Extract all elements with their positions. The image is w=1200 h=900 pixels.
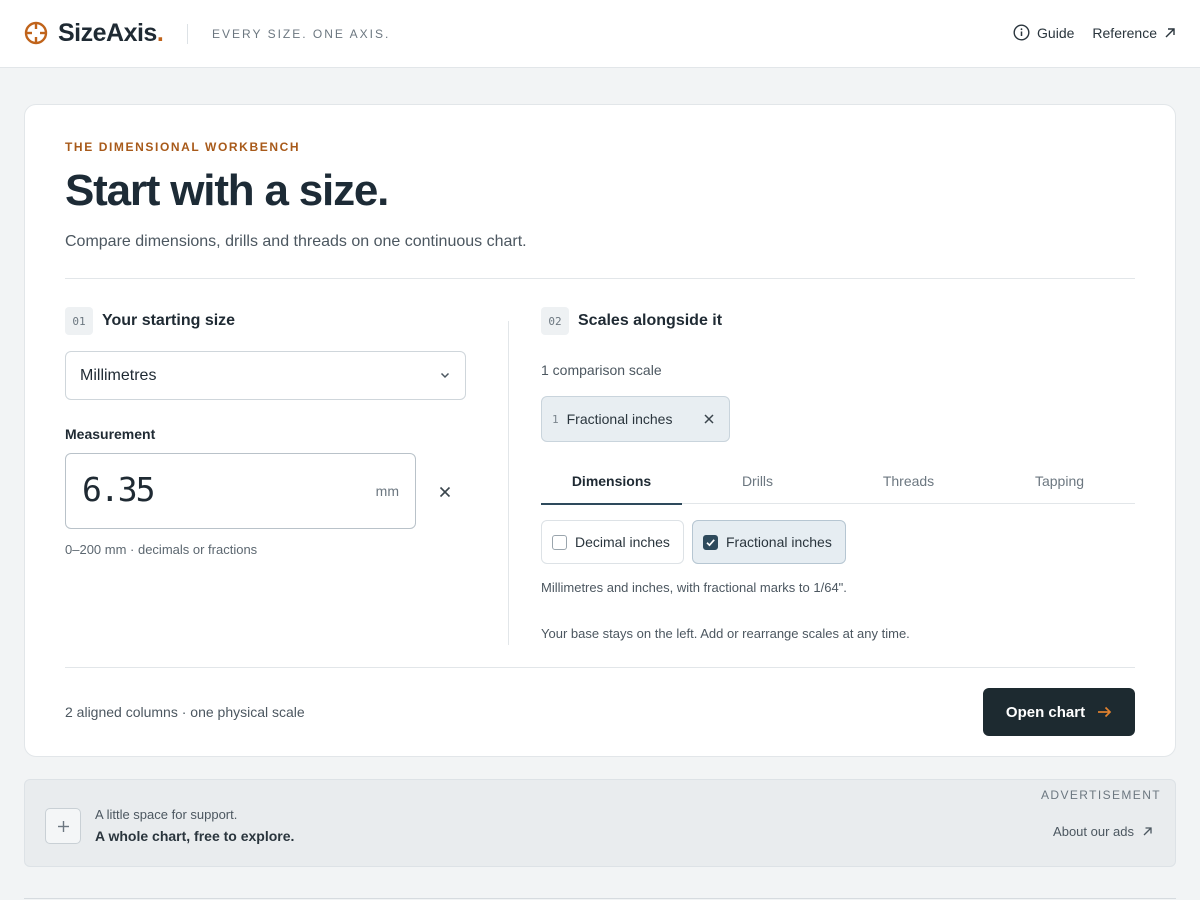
measurement-hint: 0–200 mm · decimals or fractions — [65, 542, 258, 557]
unit-select-value: Millimetres — [80, 366, 157, 384]
workbench-card: THE DIMENSIONAL WORKBENCH Start with a s… — [24, 104, 1176, 757]
tab-tapping[interactable]: Tapping — [984, 466, 1135, 503]
brand-logo[interactable]: SizeAxis. — [24, 19, 164, 47]
chip-label: Fractional inches — [566, 411, 673, 427]
measurement-unit: mm — [375, 483, 399, 499]
option-decimal-inches[interactable]: Decimal inches — [541, 520, 684, 564]
scale-description: Millimetres and inches, with fractional … — [541, 580, 847, 595]
ad-line-1: A little space for support. — [95, 807, 238, 822]
chevron-down-icon — [440, 372, 450, 379]
brand-name: SizeAxis. — [58, 19, 164, 47]
scale-note: Your base stays on the left. Add or rear… — [541, 626, 910, 641]
crosshair-logo-icon — [24, 21, 48, 45]
scale-tabs: Dimensions Drills Threads Tapping — [541, 466, 1135, 505]
option-fractional-inches[interactable]: Fractional inches — [692, 520, 846, 564]
unit-select[interactable]: Millimetres — [65, 351, 466, 400]
eyebrow: THE DIMENSIONAL WORKBENCH — [65, 140, 301, 154]
remove-scale-icon[interactable] — [703, 413, 715, 425]
plus-icon — [57, 820, 69, 832]
top-bar: SizeAxis. EVERY SIZE. ONE AXIS. Guide Re… — [0, 0, 1200, 68]
nav-guide-label: Guide — [1037, 24, 1075, 41]
close-icon — [439, 486, 451, 498]
step-title: Your starting size — [102, 312, 236, 329]
page-subtitle: Compare dimensions, drills and threads o… — [65, 233, 527, 250]
option-label: Decimal inches — [575, 534, 670, 550]
scale-count: 1 comparison scale — [541, 362, 662, 378]
measurement-input[interactable]: 6.35 mm — [65, 453, 416, 529]
ad-plus-button[interactable] — [45, 808, 81, 844]
chip-index: 1 — [552, 412, 559, 426]
step-1-header: 01 Your starting size — [65, 307, 235, 335]
footer-rule — [24, 898, 1176, 899]
ad-line-2: A whole chart, free to explore. — [95, 828, 295, 844]
tab-drills[interactable]: Drills — [682, 466, 833, 503]
ad-banner: A little space for support. A whole char… — [24, 779, 1176, 867]
nav-reference-label: Reference — [1092, 24, 1157, 41]
arrow-up-right-icon — [1165, 27, 1175, 37]
divider — [65, 278, 1135, 279]
divider — [65, 667, 1135, 668]
arrow-up-right-icon — [1143, 827, 1152, 836]
column-divider — [508, 321, 509, 645]
step-number: 02 — [541, 307, 569, 335]
top-nav: Guide Reference — [1013, 24, 1176, 41]
nav-guide[interactable]: Guide — [1013, 24, 1074, 41]
step-title: Scales alongside it — [578, 312, 723, 329]
checkbox[interactable] — [552, 534, 567, 550]
ad-tag: ADVERTISEMENT — [1041, 788, 1161, 802]
checkmark-icon — [706, 538, 715, 546]
checkbox-checked[interactable] — [703, 534, 718, 550]
measurement-value: 6.35 — [82, 470, 155, 509]
open-chart-label: Open chart — [1005, 703, 1086, 721]
nav-reference[interactable]: Reference — [1092, 25, 1176, 41]
page-title: Start with a size. — [65, 166, 389, 215]
step-number: 01 — [65, 307, 93, 335]
scale-chip[interactable]: 1 Fractional inches — [541, 396, 730, 442]
column-summary: 2 aligned columns · one physical scale — [65, 704, 305, 720]
tab-threads[interactable]: Threads — [833, 466, 984, 503]
open-chart-button[interactable]: Open chart — [983, 688, 1135, 736]
about-ads-label: About our ads — [1053, 824, 1134, 839]
clear-measurement-button[interactable] — [435, 482, 455, 502]
option-label: Fractional inches — [726, 534, 832, 550]
tagline: EVERY SIZE. ONE AXIS. — [212, 27, 391, 41]
about-ads-link[interactable]: About our ads — [1053, 824, 1153, 839]
info-circle-icon — [1013, 24, 1030, 41]
measurement-label: Measurement — [65, 426, 156, 442]
arrow-right-icon — [1098, 706, 1112, 718]
header-divider — [187, 24, 188, 44]
step-2-header: 02 Scales alongside it — [541, 307, 722, 335]
tab-dimensions[interactable]: Dimensions — [541, 466, 682, 505]
